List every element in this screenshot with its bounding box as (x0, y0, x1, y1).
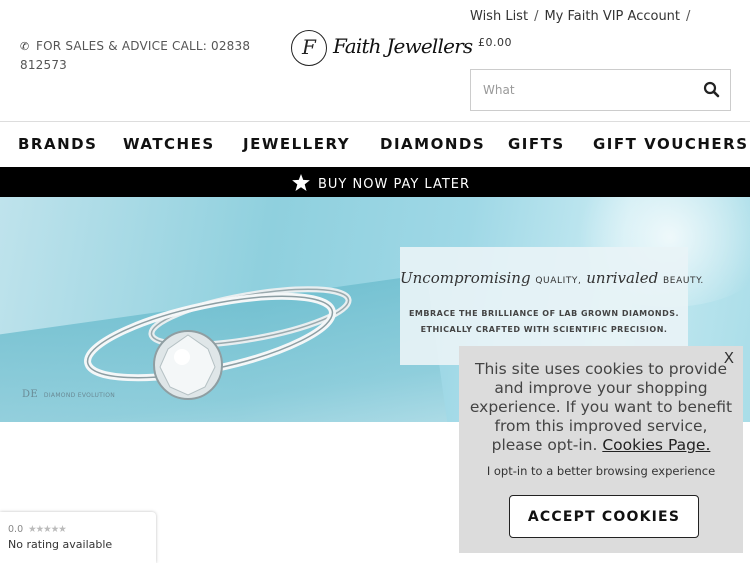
star-icon (292, 174, 310, 191)
cookie-optin-text: I opt-in to a better browsing experience (486, 464, 716, 478)
headline-part: unrivaled (586, 269, 659, 287)
search-button[interactable] (702, 80, 722, 100)
accept-cookies-button[interactable]: ACCEPT COOKIES (509, 495, 699, 538)
headline-part: BEAUTY. (663, 276, 704, 286)
logo-wordmark: Faith Jewellers (333, 34, 473, 58)
brand-mark-initials: DE (22, 389, 38, 400)
cookie-consent-popup: X This site uses cookies to provide and … (459, 346, 743, 553)
sales-contact[interactable]: ✆ FOR SALES & ADVICE CALL: 02838 812573 (20, 37, 270, 74)
nav-item-jewellery[interactable]: JEWELLERY (243, 135, 350, 153)
banner-line-2: ETHICALLY CRAFTED WITH SCIENTIFIC PRECIS… (420, 325, 668, 334)
rating-value: 0.0 (8, 524, 24, 535)
cookie-message: This site uses cookies to provide and im… (467, 360, 735, 455)
brand-mark-name: DIAMOND EVOLUTION (43, 392, 116, 399)
nav-item-watches[interactable]: WATCHES (123, 135, 215, 153)
sales-text: FOR SALES & ADVICE CALL: 02838 812573 (20, 39, 251, 72)
rating-score: 0.0 ★★★★★ (8, 524, 67, 535)
diamond-evolution-logo: DE DIAMOND EVOLUTION (22, 389, 115, 400)
link-separator: / (686, 9, 691, 24)
nav-item-brands[interactable]: BRANDS (18, 135, 97, 153)
basket-total[interactable]: £0.00 (478, 36, 512, 49)
nav-item-gift-vouchers[interactable]: GIFT VOUCHERS (593, 135, 749, 153)
headline-part: Uncompromising (400, 269, 531, 287)
nav-item-gifts[interactable]: GIFTS (508, 135, 565, 153)
logo-monogram: F (291, 30, 327, 66)
promo-content: BUY NOW PAY LATER (292, 174, 470, 192)
banner-headline: Uncompromising QUALITY, unrivaled BEAUTY… (400, 269, 703, 287)
search-icon (703, 81, 720, 98)
link-separator: / (534, 9, 539, 24)
promo-bar[interactable]: BUY NOW PAY LATER (0, 167, 750, 197)
search-box (470, 69, 731, 111)
cookies-page-link[interactable]: Cookies Page. (602, 436, 710, 454)
site-header: ✆ FOR SALES & ADVICE CALL: 02838 812573 … (0, 0, 750, 121)
search-input[interactable] (472, 71, 687, 109)
nav-item-diamonds[interactable]: DIAMONDS (380, 135, 485, 153)
main-navigation: BRANDS WATCHES JEWELLERY DIAMONDS GIFTS … (0, 121, 750, 167)
account-links: Wish List / My Faith VIP Account / (470, 9, 696, 24)
headline-part: QUALITY, (535, 276, 582, 286)
site-logo[interactable]: F Faith Jewellers (291, 30, 473, 66)
phone-icon: ✆ (20, 40, 30, 53)
rating-stars-icon: ★★★★★ (28, 524, 67, 535)
rating-widget[interactable]: 0.0 ★★★★★ No rating available (0, 512, 156, 563)
vip-account-link[interactable]: My Faith VIP Account (544, 9, 680, 24)
rating-text: No rating available (8, 538, 113, 551)
promo-label: BUY NOW PAY LATER (318, 177, 471, 192)
banner-line-1: EMBRACE THE BRILLIANCE OF LAB GROWN DIAM… (408, 309, 680, 318)
wish-list-link[interactable]: Wish List (470, 9, 528, 24)
